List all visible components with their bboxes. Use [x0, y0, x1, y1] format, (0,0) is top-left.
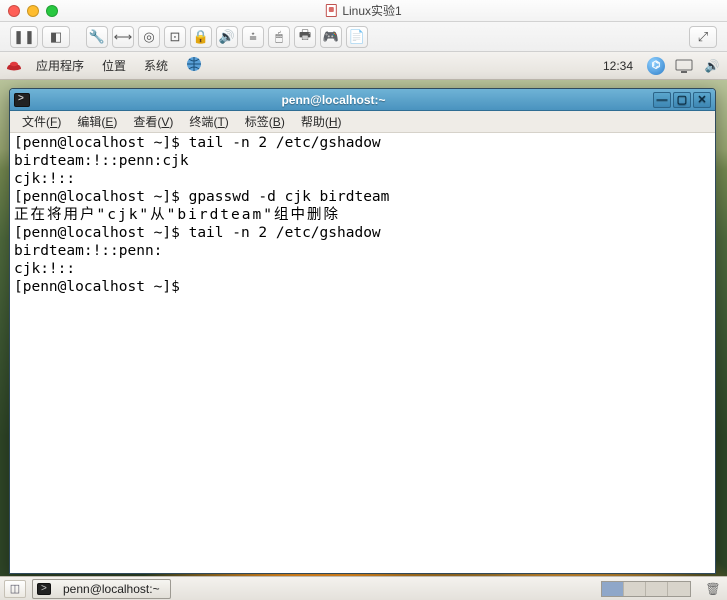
snapshot-button[interactable]: ◧	[42, 26, 70, 48]
apps-menu[interactable]: 应用程序	[32, 55, 88, 76]
term-line: 正在将用户"cjk"从"birdteam"组中删除	[14, 207, 340, 223]
close-button[interactable]: ✕	[693, 92, 711, 108]
maximize-button[interactable]: ▢	[673, 92, 691, 108]
term-line: cjk:!::	[14, 171, 75, 187]
menu-file[interactable]: 文件(F)	[16, 111, 67, 132]
zoom-icon[interactable]	[46, 5, 58, 17]
printer-icon[interactable]: 🖶	[294, 26, 316, 48]
trash-icon[interactable]: 🗑	[703, 580, 723, 598]
task-button-label: penn@localhost:~	[63, 582, 160, 596]
wrench-icon[interactable]: 🔧	[86, 26, 108, 48]
clock[interactable]: 12:34	[599, 57, 637, 75]
usb-icon[interactable]: ⩮	[242, 26, 264, 48]
workspace-4[interactable]	[668, 582, 690, 596]
workspace-1[interactable]	[602, 582, 624, 596]
gamepad-icon[interactable]: 🎮	[320, 26, 342, 48]
doc-icon[interactable]: 📄	[346, 26, 368, 48]
terminal-titlebar[interactable]: penn@localhost:~ — ▢ ✕	[10, 89, 715, 111]
show-desktop-button[interactable]: ◫	[4, 580, 26, 598]
menu-edit[interactable]: 编辑(E)	[71, 111, 123, 132]
gnome-top-panel: 应用程序 位置 系统 12:34 ⌬ 🔊	[0, 52, 727, 80]
terminal-title-text: penn@localhost:~	[14, 93, 653, 107]
vm-file-icon	[325, 4, 336, 17]
redhat-icon	[6, 60, 22, 72]
workspace-switcher[interactable]	[601, 581, 691, 597]
host-toolbar: ❚❚ ◧ 🔧 ⟷ ◎ ⊡ 🔒 🔊 ⩮ 🖱 🖶 🎮 📄 ⤢	[0, 22, 727, 52]
places-menu[interactable]: 位置	[98, 55, 130, 76]
task-button-terminal[interactable]: penn@localhost:~	[32, 579, 171, 599]
term-line: [penn@localhost ~]$ gpasswd -d cjk birdt…	[14, 189, 389, 205]
term-line: cjk:!::	[14, 261, 75, 277]
term-line: [penn@localhost ~]$ tail -n 2 /etc/gshad…	[14, 135, 381, 151]
browser-launcher[interactable]	[182, 54, 206, 77]
term-line: birdteam:!::penn:cjk	[14, 153, 189, 169]
lock-icon[interactable]: 🔒	[190, 26, 212, 48]
expand-button[interactable]: ⤢	[689, 26, 717, 48]
terminal-body[interactable]: [penn@localhost ~]$ tail -n 2 /etc/gshad…	[10, 133, 715, 573]
cd-icon[interactable]: ◎	[138, 26, 160, 48]
window-traffic-lights	[8, 5, 58, 17]
host-title-text: Linux实验1	[342, 2, 401, 19]
hdd-icon[interactable]: ⊡	[164, 26, 186, 48]
bluetooth-icon[interactable]: ⌬	[647, 57, 665, 75]
host-title: Linux实验1	[325, 2, 401, 19]
workspace-3[interactable]	[646, 582, 668, 596]
network-icon[interactable]	[675, 59, 693, 73]
menu-help[interactable]: 帮助(H)	[295, 111, 348, 132]
terminal-menubar: 文件(F) 编辑(E) 查看(V) 终端(T) 标签(B) 帮助(H)	[10, 111, 715, 133]
terminal-icon	[37, 583, 51, 595]
gnome-bottom-panel: ◫ penn@localhost:~ 🗑	[0, 576, 727, 600]
minimize-icon[interactable]	[27, 5, 39, 17]
close-icon[interactable]	[8, 5, 20, 17]
menu-tabs[interactable]: 标签(B)	[239, 111, 291, 132]
term-line: [penn@localhost ~]$	[14, 279, 189, 295]
host-titlebar: Linux实验1	[0, 0, 727, 22]
terminal-icon	[14, 93, 30, 107]
audio-icon[interactable]: 🔊	[216, 26, 238, 48]
menu-terminal[interactable]: 终端(T)	[183, 111, 234, 132]
menu-view[interactable]: 查看(V)	[127, 111, 179, 132]
workspace-2[interactable]	[624, 582, 646, 596]
term-line: birdteam:!::penn:	[14, 243, 162, 259]
volume-icon[interactable]: 🔊	[703, 59, 721, 73]
pause-button[interactable]: ❚❚	[10, 26, 38, 48]
terminal-window: penn@localhost:~ — ▢ ✕ 文件(F) 编辑(E) 查看(V)…	[9, 88, 716, 574]
mouse-icon[interactable]: 🖱	[268, 26, 290, 48]
fullscreen-icon[interactable]: ⟷	[112, 26, 134, 48]
term-line: [penn@localhost ~]$ tail -n 2 /etc/gshad…	[14, 225, 381, 241]
minimize-button[interactable]: —	[653, 92, 671, 108]
system-menu[interactable]: 系统	[140, 55, 172, 76]
